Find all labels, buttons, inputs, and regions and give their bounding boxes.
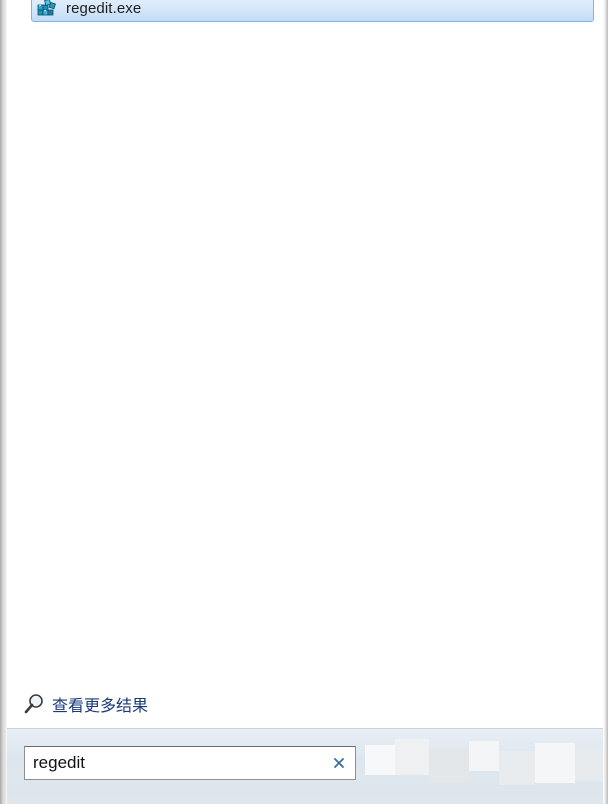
search-box: [24, 746, 356, 780]
see-more-results-label: 查看更多结果: [52, 696, 149, 715]
clear-x-icon: [334, 758, 344, 768]
search-magnifier-icon: [23, 693, 45, 715]
search-result-regedit[interactable]: regedit.exe: [31, 0, 594, 22]
see-more-results-link[interactable]: 查看更多结果: [23, 692, 148, 716]
search-bar: [7, 728, 603, 804]
clear-search-button[interactable]: [327, 751, 351, 775]
pixelated-region: [365, 735, 603, 797]
search-input[interactable]: [33, 750, 327, 776]
registry-editor-icon: [36, 0, 58, 17]
search-results-pane: regedit.exe 查看更多结果: [7, 0, 603, 728]
search-result-label: regedit.exe: [66, 0, 142, 17]
start-menu: regedit.exe 查看更多结果: [0, 0, 608, 804]
